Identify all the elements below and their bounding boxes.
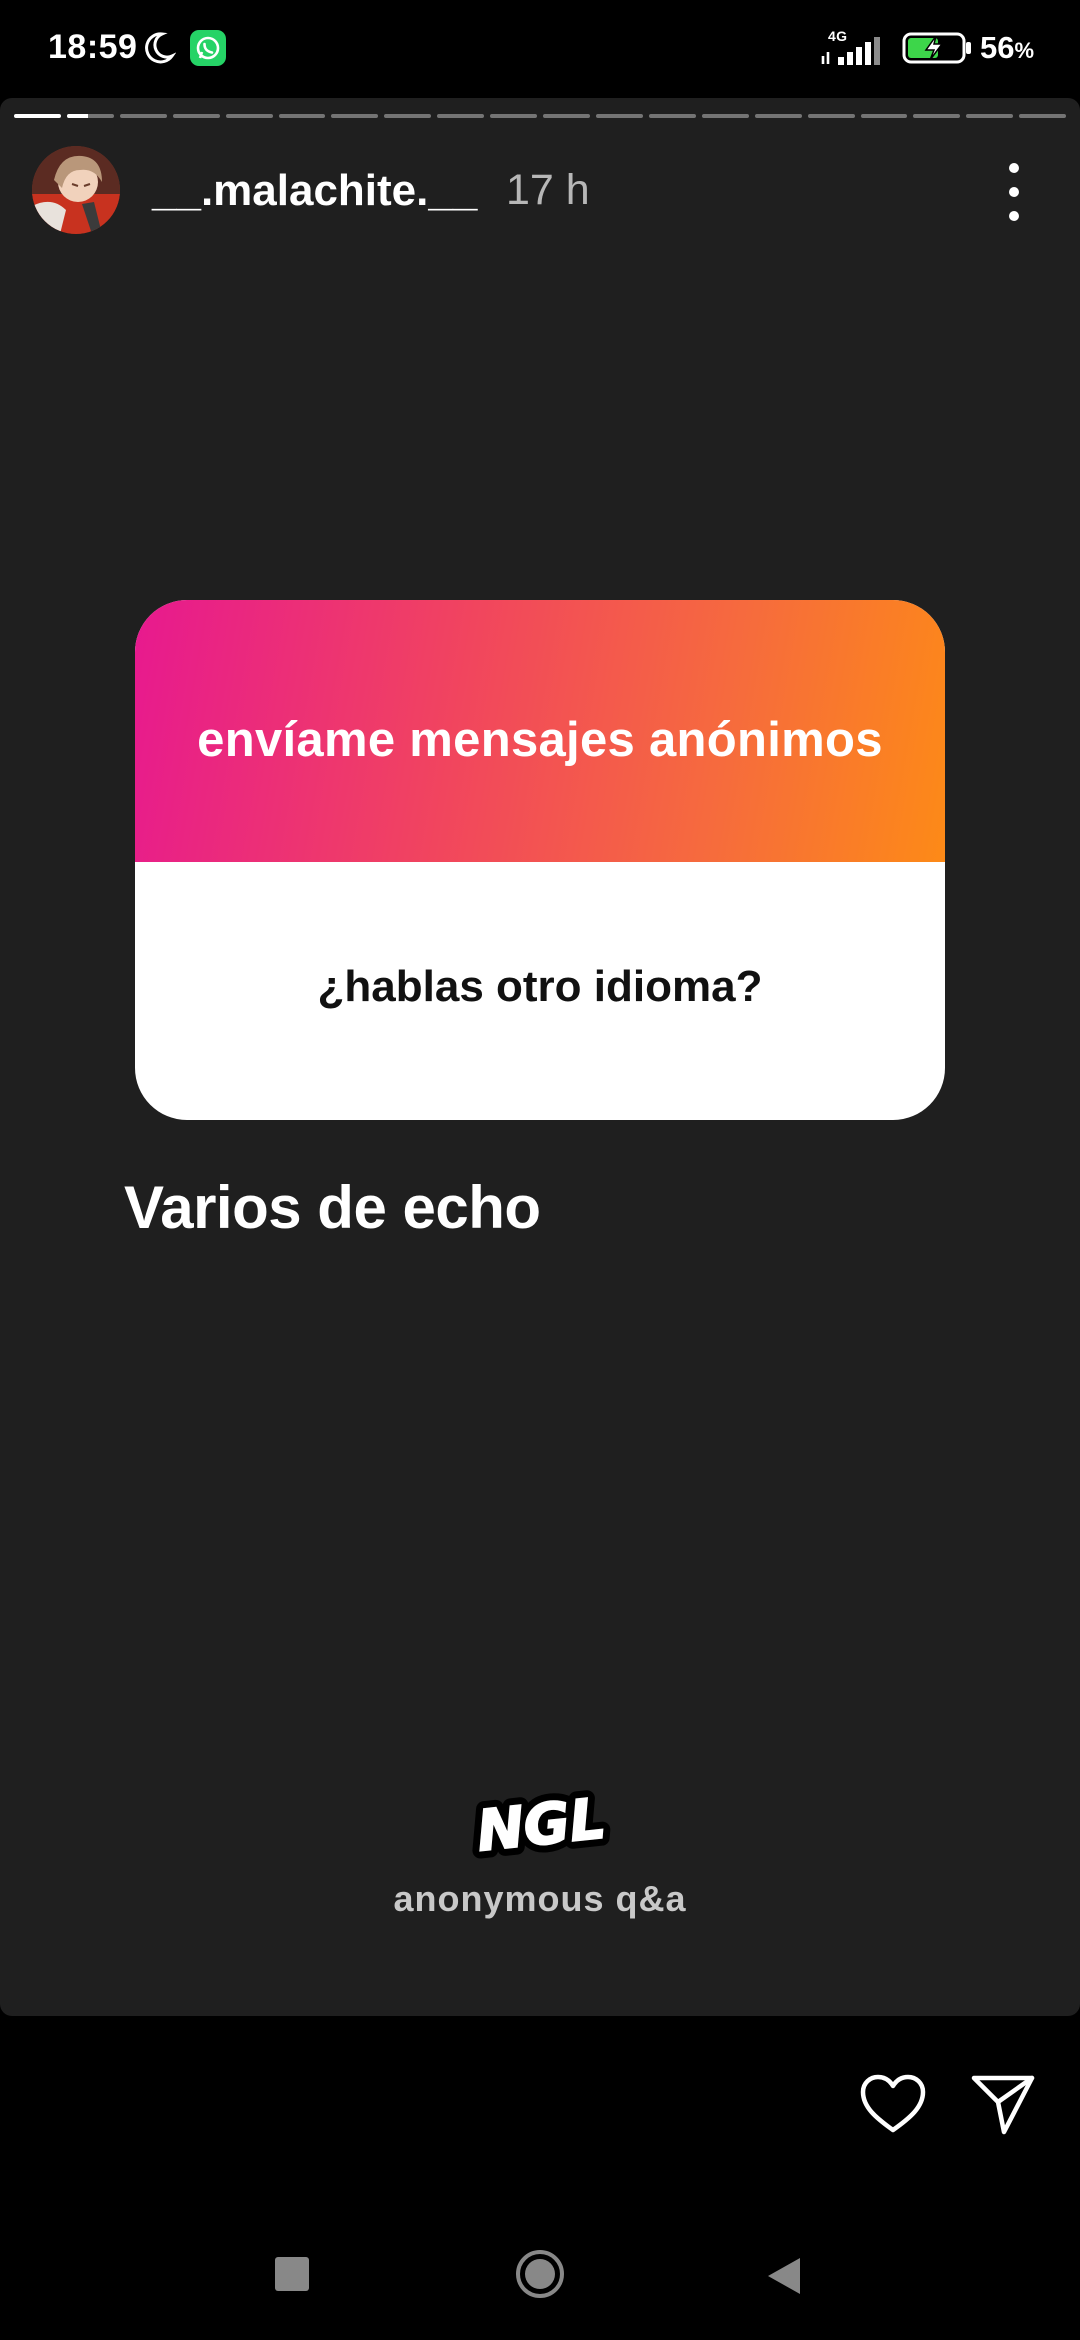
progress-segment xyxy=(1019,114,1067,118)
progress-segment xyxy=(172,114,220,118)
avatar-image xyxy=(32,146,120,234)
battery-value: 56 xyxy=(980,30,1015,65)
progress-segment xyxy=(754,114,802,118)
send-icon[interactable] xyxy=(970,2072,1036,2136)
progress-segment xyxy=(648,114,696,118)
question-card-title: envíame mensajes anónimos xyxy=(197,713,883,767)
progress-segment xyxy=(860,114,908,118)
question-card-header: envíame mensajes anónimos xyxy=(135,600,945,862)
progress-segment xyxy=(543,114,590,118)
progress-segment xyxy=(119,114,167,118)
story-header: __.malachite.__ 17 h xyxy=(0,144,1080,244)
question-card-question: ¿hablas otro idioma? xyxy=(317,962,763,1011)
progress-segment xyxy=(437,114,485,118)
status-time: 18:59 xyxy=(48,28,138,66)
heart-icon[interactable] xyxy=(858,2072,928,2136)
progress-segment-fill xyxy=(14,114,61,118)
progress-segment xyxy=(701,114,749,118)
home-icon[interactable] xyxy=(514,2248,566,2300)
back-icon[interactable] xyxy=(766,2256,802,2296)
whatsapp-icon xyxy=(190,30,226,66)
status-bar: 18:59 4G 56% xyxy=(0,0,1080,96)
more-options-icon[interactable] xyxy=(990,156,1038,228)
battery-charging-icon xyxy=(902,32,971,64)
moon-icon xyxy=(145,32,176,64)
progress-segment-fill xyxy=(66,114,88,118)
progress-segment xyxy=(278,114,326,118)
progress-segment xyxy=(913,114,961,118)
progress-segment xyxy=(66,114,114,118)
ngl-subtitle: anonymous q&a xyxy=(393,1878,687,1919)
progress-segment xyxy=(384,114,432,118)
story-timestamp: 17 h xyxy=(506,166,590,214)
progress-segment xyxy=(807,114,855,118)
signal-icon xyxy=(821,37,880,65)
story-reply-text: Varios de echo xyxy=(124,1174,541,1241)
story-username[interactable]: __.malachite.__ xyxy=(152,166,477,216)
story-progress-bar xyxy=(14,114,1067,120)
story-viewer[interactable]: __.malachite.__ 17 h envíame mensajes an… xyxy=(0,98,1080,2016)
avatar[interactable] xyxy=(32,146,120,234)
question-card: envíame mensajes anónimos ¿hablas otro i… xyxy=(135,600,945,1120)
progress-segment xyxy=(966,114,1014,118)
ngl-logo: NGL NGL xyxy=(468,1780,614,1866)
progress-segment xyxy=(225,114,273,118)
progress-segment xyxy=(595,114,643,118)
progress-segment xyxy=(14,114,61,118)
battery-level: 56% xyxy=(980,30,1034,66)
progress-segment xyxy=(490,114,538,118)
battery-unit: % xyxy=(1014,38,1035,63)
recents-icon[interactable] xyxy=(275,2257,309,2291)
ngl-logo-text: NGL xyxy=(474,1786,609,1864)
progress-segment xyxy=(331,114,379,118)
